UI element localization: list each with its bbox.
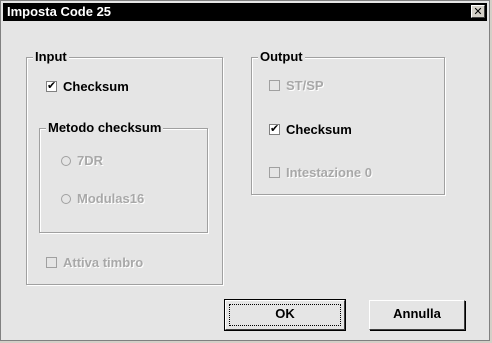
- radio-7dr-label: 7DR: [77, 153, 104, 168]
- output-checksum-label: Checksum: [286, 122, 352, 137]
- method-legend: Metodo checksum: [46, 120, 164, 136]
- title-bar[interactable]: Imposta Code 25 ✕: [3, 3, 487, 21]
- ok-label: OK: [275, 306, 295, 321]
- stsp-checkbox-box: [269, 80, 280, 91]
- radio-modulas16[interactable]: Modulas16: [61, 191, 144, 206]
- dialog-window: Imposta Code 25 ✕ Input ✔ Checksum Metod…: [0, 0, 490, 341]
- output-checksum-checkbox[interactable]: ✔ Checksum: [269, 122, 352, 137]
- cancel-button[interactable]: Annulla: [369, 300, 465, 330]
- stamp-label: Attiva timbro: [63, 255, 144, 270]
- output-groupbox: Output ST/SP ✔ Checksum Intestazione 0: [251, 49, 445, 195]
- checkmark-icon: ✔: [269, 123, 280, 135]
- cancel-label: Annulla: [393, 306, 441, 321]
- close-icon: ✕: [473, 6, 483, 18]
- input-checksum-checkbox[interactable]: ✔ Checksum: [46, 79, 129, 94]
- header-zero-checkbox[interactable]: Intestazione 0: [269, 165, 372, 180]
- ok-button[interactable]: OK: [224, 299, 346, 331]
- header-zero-checkbox-box: [269, 167, 280, 178]
- close-button[interactable]: ✕: [471, 5, 485, 18]
- output-legend: Output: [258, 49, 305, 65]
- stsp-checkbox[interactable]: ST/SP: [269, 78, 324, 93]
- input-checksum-label: Checksum: [63, 79, 129, 94]
- header-zero-label: Intestazione 0: [286, 165, 372, 180]
- radio-modulas16-icon: [61, 193, 71, 204]
- method-groupbox: Metodo checksum 7DR Modulas16: [39, 120, 208, 233]
- radio-7dr-icon: [61, 155, 71, 166]
- stamp-checkbox[interactable]: Attiva timbro: [46, 255, 143, 270]
- window-title: Imposta Code 25: [7, 4, 112, 19]
- radio-7dr[interactable]: 7DR: [61, 153, 103, 168]
- checkmark-icon: ✔: [46, 80, 57, 92]
- input-groupbox: Input ✔ Checksum Metodo checksum 7DR Mod…: [26, 49, 223, 285]
- radio-modulas16-label: Modulas16: [77, 191, 145, 206]
- stsp-label: ST/SP: [286, 78, 324, 93]
- stamp-checkbox-box: [46, 257, 57, 268]
- input-legend: Input: [33, 49, 69, 65]
